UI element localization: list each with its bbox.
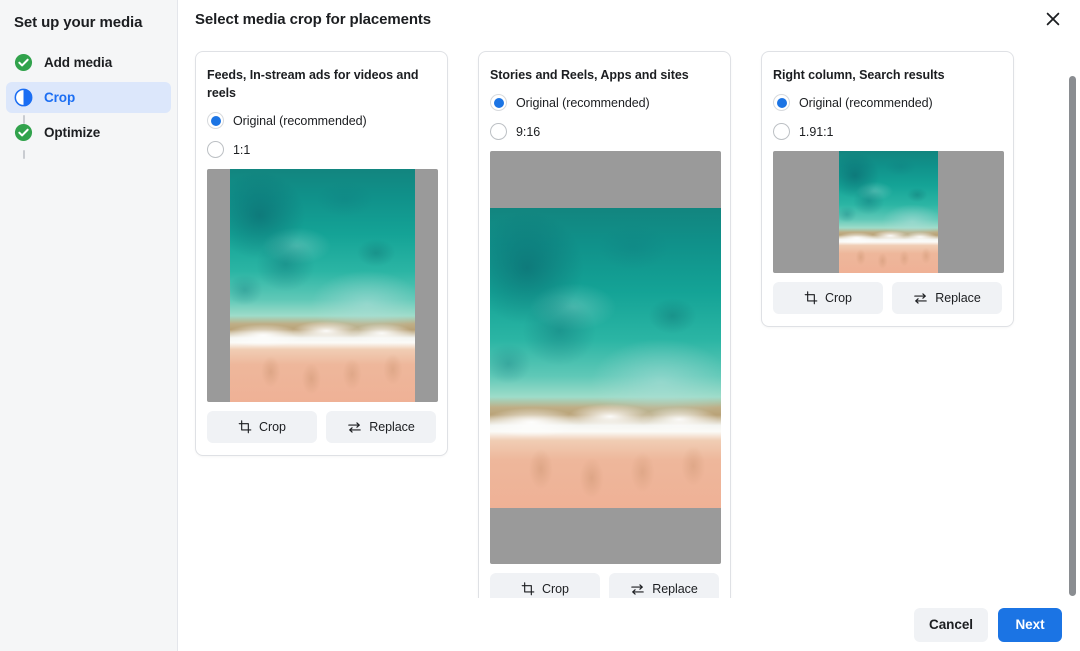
- check-circle-icon: [14, 123, 33, 142]
- crop-icon: [521, 582, 535, 596]
- crop-option-label: Original (recommended): [516, 95, 650, 110]
- crop-option-label: 1:1: [233, 142, 251, 157]
- scrollbar-thumb[interactable]: [1069, 76, 1076, 596]
- scrollbar-track[interactable]: [1069, 76, 1076, 596]
- sidebar-item-label: Add media: [44, 55, 113, 70]
- replace-button[interactable]: Replace: [892, 282, 1002, 314]
- card-actions: Crop Replace: [207, 411, 436, 443]
- replace-icon: [630, 582, 645, 597]
- crop-option-original[interactable]: Original (recommended): [773, 88, 1002, 117]
- sidebar-item-crop[interactable]: Crop: [6, 82, 171, 113]
- crop-option-ratio[interactable]: 9:16: [490, 117, 719, 146]
- replace-button[interactable]: Replace: [326, 411, 436, 443]
- card-title: Stories and Reels, Apps and sites: [490, 68, 689, 82]
- card-title: Right column, Search results: [773, 68, 945, 82]
- replace-button-label: Replace: [369, 420, 415, 434]
- replace-icon: [913, 291, 928, 306]
- radio-button[interactable]: [207, 112, 224, 129]
- crop-option-ratio[interactable]: 1.91:1: [773, 117, 1002, 146]
- crop-option-original[interactable]: Original (recommended): [490, 88, 719, 117]
- step-list: Add media Crop Optimize: [0, 47, 177, 159]
- crop-option-label: 9:16: [516, 124, 541, 139]
- sidebar-item-optimize[interactable]: Optimize: [6, 117, 171, 148]
- beach-photo: [490, 208, 721, 508]
- crop-icon: [804, 291, 818, 305]
- radio-button[interactable]: [490, 94, 507, 111]
- media-preview: [490, 151, 721, 564]
- beach-photo: [230, 169, 415, 402]
- radio-button[interactable]: [773, 94, 790, 111]
- radio-button[interactable]: [773, 123, 790, 140]
- media-crop-dialog: Set up your media Add media Crop Optimiz…: [0, 0, 1080, 651]
- crop-icon: [238, 420, 252, 434]
- half-circle-icon: [14, 88, 33, 107]
- placement-card-right-column: Right column, Search results Original (r…: [761, 51, 1014, 327]
- crop-button-label: Crop: [259, 420, 286, 434]
- crop-option-label: Original (recommended): [799, 95, 933, 110]
- replace-icon: [347, 420, 362, 435]
- media-preview: [773, 151, 1004, 273]
- media-preview: [207, 169, 438, 402]
- close-icon: [1045, 11, 1061, 30]
- sidebar: Set up your media Add media Crop Optimiz…: [0, 0, 178, 651]
- beach-photo: [839, 151, 938, 273]
- dialog-header: Select media crop for placements: [178, 0, 1080, 38]
- replace-button-label: Replace: [652, 582, 698, 596]
- radio-button[interactable]: [490, 123, 507, 140]
- card-actions: Crop Replace: [773, 282, 1002, 314]
- crop-button[interactable]: Crop: [207, 411, 317, 443]
- step-connector-2: [23, 150, 25, 159]
- placement-card-feeds: Feeds, In-stream ads for videos and reel…: [195, 51, 448, 456]
- page-title: Select media crop for placements: [195, 10, 432, 28]
- replace-button-label: Replace: [935, 291, 981, 305]
- crop-button-label: Crop: [825, 291, 852, 305]
- crop-option-label: 1.91:1: [799, 124, 834, 139]
- check-circle-icon: [14, 53, 33, 72]
- crop-option-label: Original (recommended): [233, 113, 367, 128]
- cancel-button[interactable]: Cancel: [914, 607, 988, 642]
- sidebar-item-label: Optimize: [44, 125, 101, 140]
- next-button[interactable]: Next: [998, 607, 1062, 642]
- dialog-footer: Cancel Next: [178, 598, 1080, 651]
- crop-option-original[interactable]: Original (recommended): [207, 106, 436, 135]
- crop-option-ratio[interactable]: 1:1: [207, 135, 436, 164]
- crop-button-label: Crop: [542, 582, 569, 596]
- card-title: Feeds, In-stream ads for videos and reel…: [207, 68, 419, 100]
- placement-cards: Feeds, In-stream ads for videos and reel…: [178, 38, 1080, 618]
- sidebar-title: Set up your media: [14, 14, 143, 31]
- sidebar-item-add-media[interactable]: Add media: [6, 47, 171, 78]
- main-panel: Select media crop for placements Feeds, …: [178, 0, 1080, 651]
- radio-button[interactable]: [207, 141, 224, 158]
- close-button[interactable]: [1038, 5, 1068, 35]
- crop-button[interactable]: Crop: [773, 282, 883, 314]
- placement-card-stories: Stories and Reels, Apps and sites Origin…: [478, 51, 731, 618]
- sidebar-item-label: Crop: [44, 90, 76, 105]
